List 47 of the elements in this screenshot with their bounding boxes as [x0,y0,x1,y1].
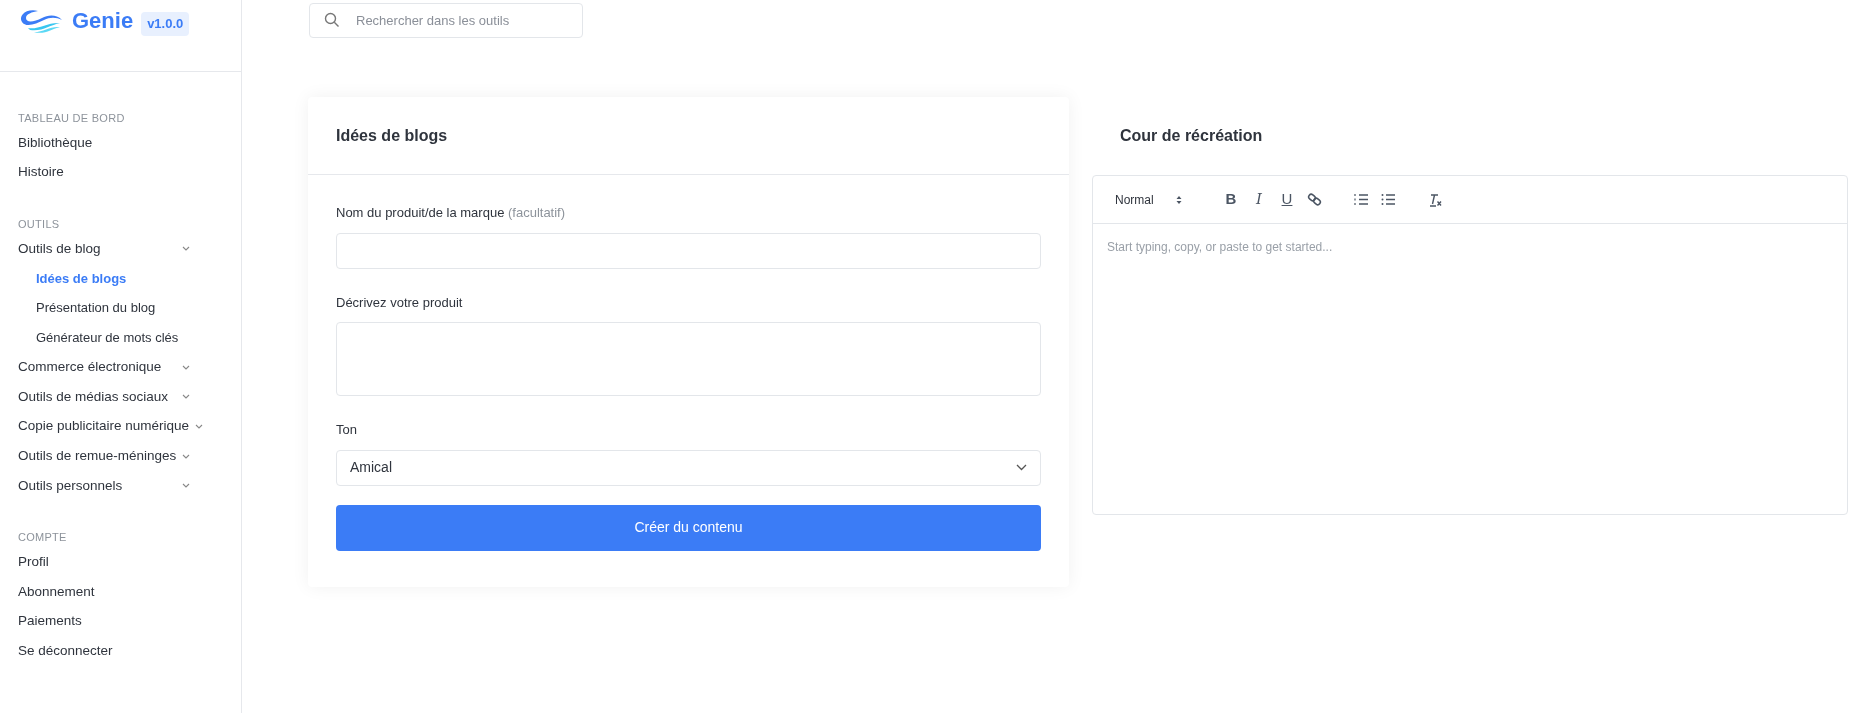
chevron-down-icon [182,246,190,252]
chevron-down-icon [182,364,190,370]
sidebar-subitem[interactable]: Présentation du blog [18,293,231,323]
field-label: Nom du produit/de la marque (facultatif) [336,204,567,222]
sidebar-item[interactable]: Copie publicitaire numérique [18,411,231,442]
chevron-down-icon [182,394,190,400]
section-heading: TABLEAU DE BORD [18,110,126,126]
editor-placeholder: Start typing, copy, or paste to get started... [1107,240,1333,254]
underline-button[interactable]: U [1279,188,1295,211]
link-icon[interactable] [1307,192,1322,207]
sidebar-item[interactable]: Paiements [18,606,231,637]
chevron-down-icon [182,453,191,459]
heading-dropdown[interactable]: Normal [1115,190,1201,209]
sidebar-subitem[interactable]: Générateur de mots clés [18,322,231,353]
card-title: Idées de blogs [336,125,448,146]
card-title: Cour de récréation [1120,126,1263,146]
search-field[interactable]: Rechercher dans les outils [309,3,583,38]
tone-dropdown[interactable]: Amical [336,449,1041,486]
sidebar-item[interactable]: Se déconnecter [18,636,231,666]
sidebar-item[interactable]: Abonnement [18,577,231,607]
sidebar-item[interactable]: Outils de remue-méninges [18,441,231,471]
version-badge: v1.0.0 [141,12,190,36]
sidebar-subitem[interactable]: Idées de blogs [18,263,231,294]
input-field[interactable] [336,232,1041,269]
section-heading: OUTILS [18,216,61,232]
section-heading: COMPTE [18,530,68,546]
create-content-button[interactable]: Créer du contenu [336,504,1041,551]
sidebar-item[interactable]: Profil [18,547,231,578]
bold-button[interactable]: B [1223,188,1239,211]
italic-button[interactable]: I [1251,188,1267,211]
up-down-icon [1175,194,1182,205]
numbered-list-icon[interactable] [1354,193,1369,206]
field-label: Ton [336,421,358,439]
sidebar-item[interactable]: Histoire [18,157,231,188]
sidebar-item[interactable]: Outils personnels [18,470,231,501]
clear-format-icon[interactable] [1428,192,1443,207]
field-label: Décrivez votre produit [336,293,464,312]
sidebar-item[interactable]: Bibliothèque [18,128,231,158]
brand-name: Genie [72,8,134,34]
sidebar-item[interactable]: Commerce électronique [18,352,231,383]
chevron-down-icon [182,483,190,489]
sidebar-item[interactable]: Outils de blog [18,234,231,264]
bullet-list-icon[interactable] [1381,193,1396,206]
chevron-down-icon [1016,464,1027,471]
sidebar-item[interactable]: Outils de médias sociaux [18,382,231,412]
search-icon [324,12,340,28]
chevron-down-icon [195,424,204,430]
